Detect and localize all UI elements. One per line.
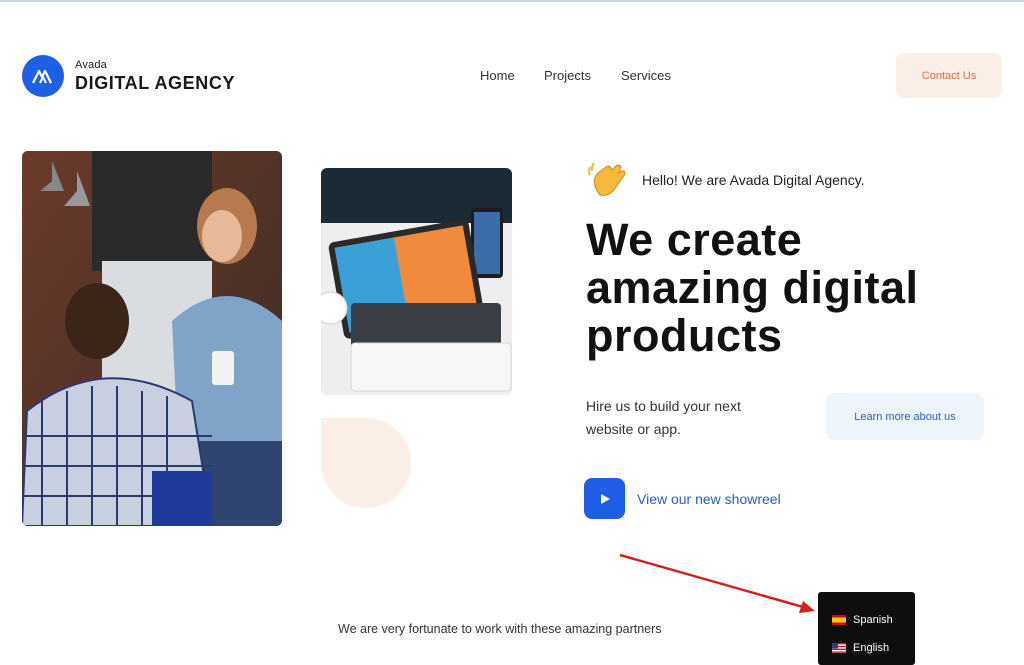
nav-item-home[interactable]: Home xyxy=(480,68,515,83)
learn-more-button[interactable]: Learn more about us xyxy=(826,393,984,440)
language-label: English xyxy=(853,642,890,654)
language-option-english[interactable]: English xyxy=(818,634,915,662)
language-label: Spanish xyxy=(853,614,893,626)
us-flag-icon xyxy=(832,643,846,653)
nav-item-services[interactable]: Services xyxy=(621,68,671,83)
greeting: Hello! We are Avada Digital Agency. xyxy=(586,159,865,201)
tablet-keyboard-photo xyxy=(321,168,512,395)
decorative-blob xyxy=(321,418,411,508)
language-option-spanish[interactable]: Spanish xyxy=(818,606,915,634)
nav-item-projects[interactable]: Projects xyxy=(544,68,591,83)
top-border xyxy=(0,0,1024,2)
main-nav: Home Projects Services xyxy=(0,68,1024,86)
partners-text: We are very fortunate to work with these… xyxy=(338,622,662,636)
headline-line-2: amazing digital xyxy=(586,262,919,313)
showreel-link[interactable]: View our new showreel xyxy=(584,478,781,519)
play-icon[interactable] xyxy=(584,478,625,519)
waving-hand-icon xyxy=(588,162,626,196)
spain-flag-icon xyxy=(832,615,846,625)
hire-text: Hire us to build your next website or ap… xyxy=(586,398,741,437)
headline-line-1: We create xyxy=(586,214,803,265)
greeting-text: Hello! We are Avada Digital Agency. xyxy=(642,172,865,188)
contact-us-button[interactable]: Contact Us xyxy=(896,53,1002,98)
team-working-photo xyxy=(22,151,282,526)
showreel-label[interactable]: View our new showreel xyxy=(637,491,781,507)
headline-line-3: products xyxy=(586,310,783,361)
hero-headline: We create amazing digital products xyxy=(586,216,1016,360)
language-menu: Spanish English xyxy=(818,592,915,665)
